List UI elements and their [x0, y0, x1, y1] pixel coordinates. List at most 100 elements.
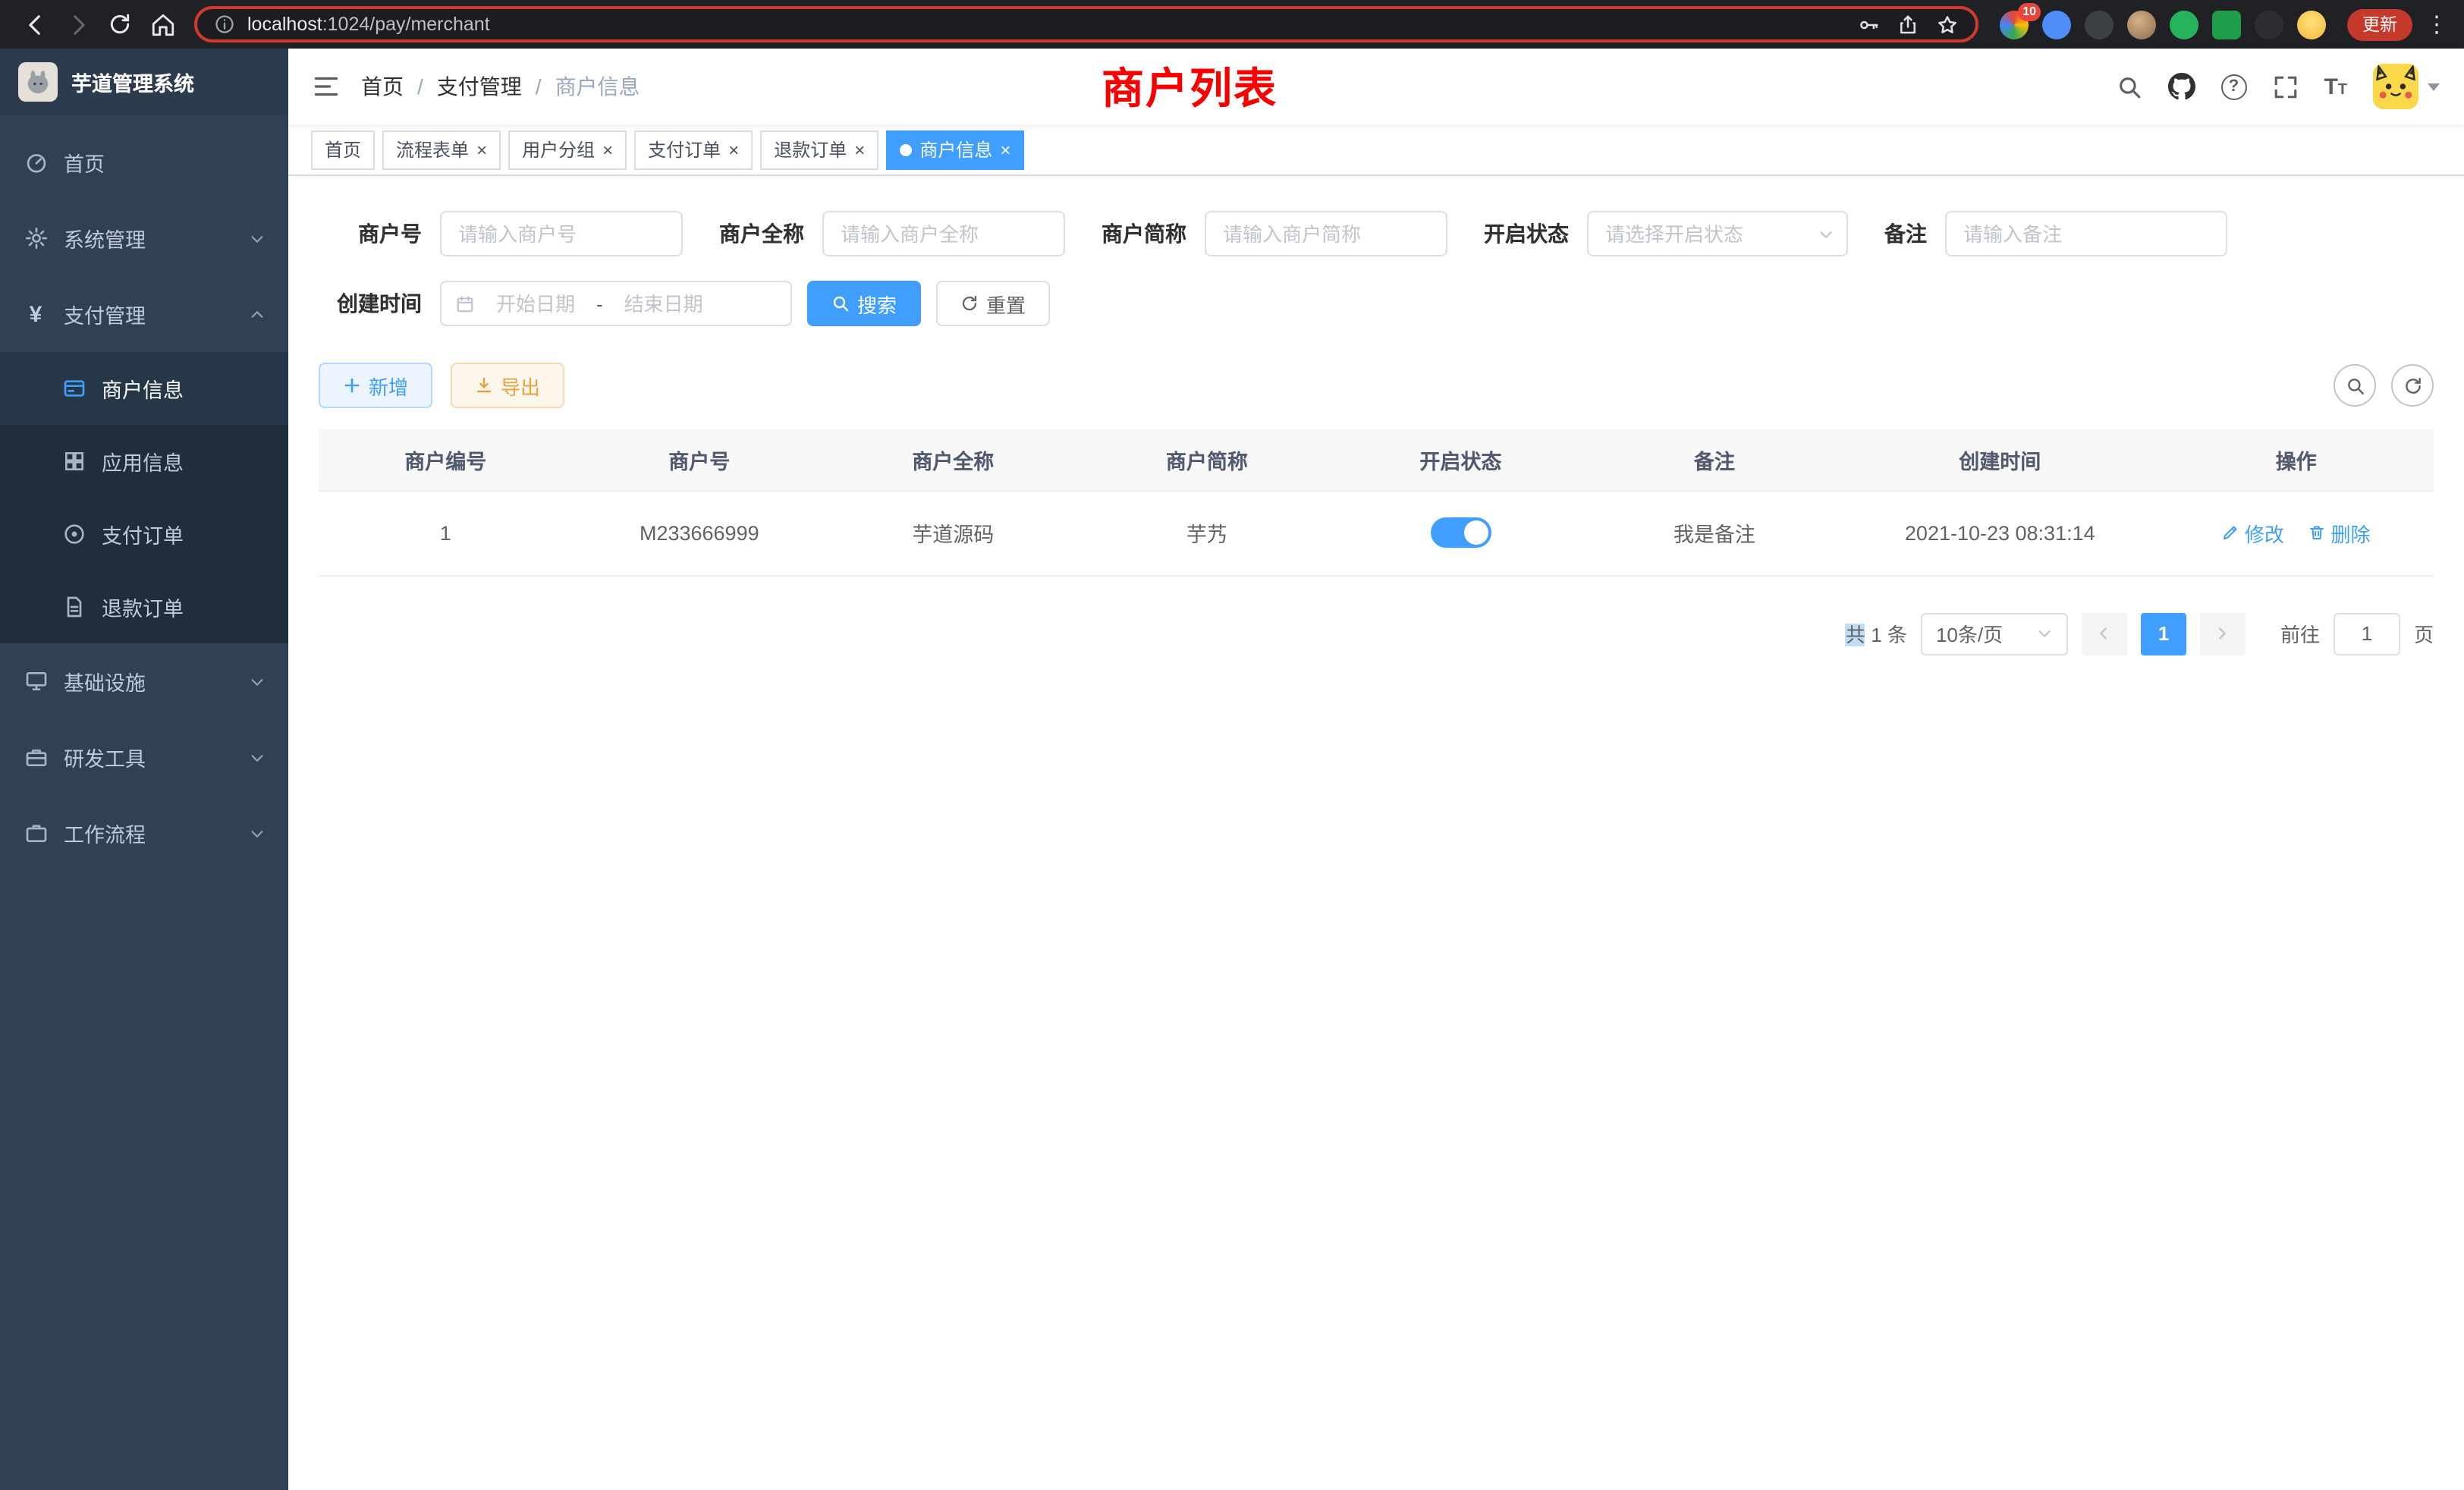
browser-menu-icon[interactable]: ⋮ [2425, 11, 2449, 38]
sidebar-collapse-icon[interactable] [313, 73, 340, 100]
extension-icon-3[interactable] [2085, 10, 2114, 39]
start-date-input[interactable] [481, 292, 590, 315]
reset-button[interactable]: 重置 [936, 281, 1050, 326]
extension-icon-2[interactable] [2042, 10, 2071, 39]
page-size-select[interactable]: 10条/页 [1921, 612, 2068, 655]
sidebar: 芋道管理系统 首页 系统管理 ¥ 支付管理 [0, 49, 288, 1490]
url-text[interactable]: localhost:1024/pay/merchant [247, 14, 490, 35]
browser-home-button[interactable] [143, 5, 182, 44]
table-header-row: 商户编号 商户号 商户全称 商户简称 开启状态 备注 创建时间 操作 [319, 429, 2434, 490]
user-avatar[interactable] [2373, 64, 2440, 109]
url-bar[interactable]: localhost:1024/pay/merchant [194, 6, 1978, 42]
sidebar-item-label: 系统管理 [64, 223, 146, 253]
help-icon[interactable]: ? [2220, 74, 2246, 99]
logo-image [18, 62, 58, 102]
bookmark-star-icon[interactable] [1936, 13, 1959, 36]
tab-pay-order[interactable]: 支付订单× [634, 130, 753, 169]
sidebar-submenu-pay: 商户信息 应用信息 支付订单 [0, 352, 288, 643]
tab-merchant-info[interactable]: 商户信息× [886, 130, 1024, 169]
sidebar-item-workflow[interactable]: 工作流程 [0, 795, 288, 871]
extension-icon-4[interactable] [2127, 10, 2156, 39]
tab-user-group[interactable]: 用户分组× [508, 130, 627, 169]
goto-page-input[interactable] [2334, 612, 2400, 655]
extension-icon-6[interactable] [2212, 10, 2241, 39]
header-full-name: 商户全称 [826, 429, 1080, 490]
search-button[interactable]: 搜索 [807, 281, 921, 326]
refresh-button[interactable] [2391, 364, 2434, 407]
prev-page-button[interactable] [2082, 612, 2127, 655]
search-icon[interactable] [2116, 74, 2142, 99]
cell-status [1334, 490, 1588, 575]
close-icon[interactable]: × [602, 140, 613, 159]
delete-link[interactable]: 删除 [2308, 518, 2370, 547]
goto-label: 前往 [2280, 619, 2320, 648]
cell-short-name: 芋艿 [1080, 490, 1334, 575]
browser-forward-button[interactable] [58, 5, 97, 44]
merchant-name-input[interactable] [822, 211, 1065, 256]
github-icon[interactable] [2167, 73, 2195, 100]
merchant-card-icon [61, 376, 86, 401]
app-title: 芋道管理系统 [71, 67, 194, 97]
sidebar-item-pay[interactable]: ¥ 支付管理 [0, 276, 288, 352]
edit-link[interactable]: 修改 [2222, 518, 2284, 547]
sidebar-item-pay-order[interactable]: 支付订单 [0, 498, 288, 571]
browser-chrome: localhost:1024/pay/merchant 10 [0, 0, 2464, 49]
close-icon[interactable]: × [728, 140, 739, 159]
chevron-down-icon [2036, 625, 2053, 642]
browser-reload-button[interactable] [100, 5, 140, 44]
sidebar-item-app-info[interactable]: 应用信息 [0, 425, 288, 498]
page-number-button[interactable]: 1 [2141, 612, 2186, 655]
browser-back-button[interactable] [15, 5, 55, 44]
pagination-total: 共 1 条 [1846, 619, 1907, 648]
password-key-icon[interactable] [1857, 13, 1880, 36]
next-page-button[interactable] [2200, 612, 2246, 655]
close-icon[interactable]: × [476, 140, 487, 159]
create-time-label: 创建时间 [319, 288, 422, 319]
sidebar-item-infra[interactable]: 基础设施 [0, 643, 288, 719]
extension-icon-5[interactable] [2170, 10, 2198, 39]
sidebar-item-home[interactable]: 首页 [0, 124, 288, 200]
breadcrumb: 首页 / 支付管理 / 商户信息 [361, 71, 640, 102]
date-range-picker[interactable]: - [440, 281, 792, 326]
yen-icon: ¥ [23, 303, 49, 325]
grid-icon [61, 448, 86, 474]
site-info-icon[interactable] [214, 14, 235, 35]
dashboard-icon [23, 149, 49, 175]
toolbox-icon [23, 744, 49, 770]
font-size-icon[interactable]: TT [2324, 75, 2347, 98]
chevron-down-icon [249, 673, 266, 690]
target-icon [61, 521, 86, 547]
end-date-input[interactable] [609, 292, 718, 315]
add-button[interactable]: 新增 [319, 363, 432, 408]
merchant-no-input[interactable] [440, 211, 683, 256]
sidebar-item-devtools[interactable]: 研发工具 [0, 719, 288, 795]
toggle-search-button[interactable] [2334, 364, 2376, 407]
cell-merchant-id: 1 [319, 490, 573, 575]
extension-icon-8[interactable] [2297, 10, 2326, 39]
header-actions: 操作 [2158, 429, 2434, 490]
extension-icon-1[interactable]: 10 [2000, 10, 2029, 39]
tab-process-form[interactable]: 流程表单× [382, 130, 501, 169]
tab-refund-order[interactable]: 退款订单× [760, 130, 878, 169]
remark-input[interactable] [1945, 211, 2227, 256]
filter-row-1: 商户号 商户全称 商户简称 开启状态 备注 [319, 211, 2434, 256]
close-icon[interactable]: × [1000, 140, 1010, 159]
merchant-short-input[interactable] [1205, 211, 1447, 256]
extension-icon-7[interactable] [2255, 10, 2283, 39]
close-icon[interactable]: × [854, 140, 865, 159]
sidebar-item-system[interactable]: 系统管理 [0, 200, 288, 276]
chevron-down-icon [249, 230, 266, 247]
browser-update-button[interactable]: 更新 [2347, 8, 2412, 40]
export-button[interactable]: 导出 [451, 363, 564, 408]
tab-home[interactable]: 首页 [311, 130, 375, 169]
share-icon[interactable] [1897, 13, 1919, 36]
app-logo[interactable]: 芋道管理系统 [0, 49, 288, 115]
sidebar-item-merchant-info[interactable]: 商户信息 [0, 352, 288, 425]
breadcrumb-home[interactable]: 首页 [361, 71, 404, 102]
fullscreen-icon[interactable] [2272, 74, 2298, 99]
sidebar-item-refund-order[interactable]: 退款订单 [0, 571, 288, 643]
breadcrumb-section[interactable]: 支付管理 [437, 71, 522, 102]
status-select[interactable] [1587, 211, 1848, 256]
extensions-area: 10 [2000, 10, 2326, 39]
status-toggle[interactable] [1430, 517, 1491, 548]
